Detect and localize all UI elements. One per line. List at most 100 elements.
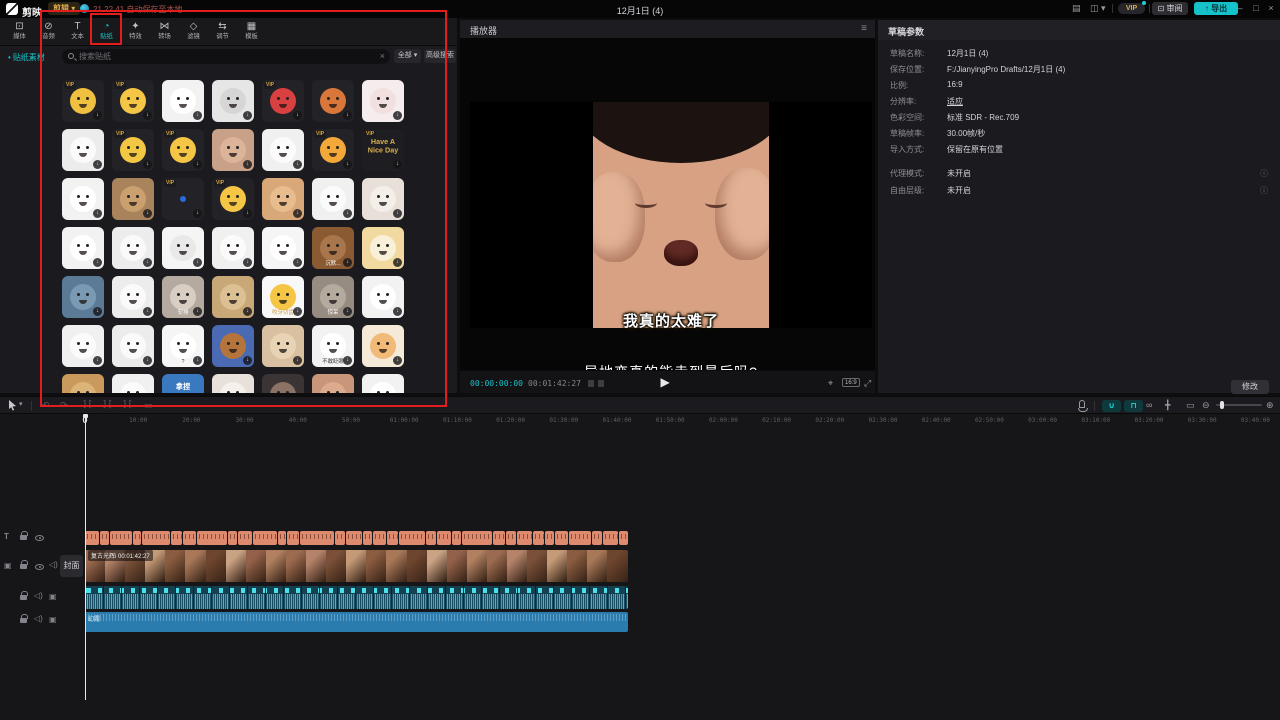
sticker-tile[interactable]: VIP↓ bbox=[312, 129, 354, 171]
download-icon[interactable]: ↓ bbox=[243, 356, 252, 365]
info-icon[interactable]: ⓘ bbox=[1260, 168, 1268, 179]
sticker-tile[interactable]: ↓ bbox=[112, 227, 154, 269]
mute-icon[interactable]: ◁) bbox=[34, 614, 43, 623]
sticker-tile[interactable]: ↓ bbox=[212, 129, 254, 171]
sticker-tile[interactable]: ↓ bbox=[62, 276, 104, 318]
info-icon[interactable]: ⓘ bbox=[1260, 185, 1268, 196]
audio-track-1[interactable] bbox=[85, 586, 628, 609]
record-audio-icon[interactable] bbox=[1079, 400, 1085, 408]
sticker-tile[interactable]: ↓ bbox=[262, 129, 304, 171]
tab-转场[interactable]: ⋈转场 bbox=[150, 18, 179, 45]
download-icon[interactable]: ↓ bbox=[243, 209, 252, 218]
download-icon[interactable]: ↓ bbox=[143, 356, 152, 365]
sticker-tile[interactable]: VIP↓ bbox=[112, 129, 154, 171]
linkage-toggle[interactable]: ∞ bbox=[1146, 400, 1152, 410]
subtitle-clip[interactable] bbox=[287, 531, 299, 545]
tab-媒体[interactable]: ⊡媒体 bbox=[5, 18, 34, 45]
subtitle-clip[interactable] bbox=[346, 531, 362, 545]
sticker-search-box[interactable]: × bbox=[62, 49, 390, 64]
player-menu-icon[interactable]: ≡ bbox=[861, 23, 867, 34]
download-icon[interactable]: ↓ bbox=[343, 356, 352, 365]
sticker-tile[interactable]: ↓ bbox=[112, 325, 154, 367]
sticker-tile[interactable]: ↓ bbox=[212, 80, 254, 122]
download-icon[interactable]: ↓ bbox=[293, 111, 302, 120]
sticker-tile[interactable]: ↓ bbox=[362, 80, 404, 122]
undo-icon[interactable]: ↶ bbox=[42, 400, 50, 411]
subtitle-clip[interactable] bbox=[545, 531, 554, 545]
sticker-tile[interactable]: ↓ bbox=[162, 227, 204, 269]
tab-贴纸[interactable]: ◔贴纸 bbox=[92, 18, 121, 45]
maximize-button[interactable]: □ bbox=[1250, 3, 1262, 13]
subtitle-clip[interactable] bbox=[619, 531, 628, 545]
sticker-tile[interactable]: ↓ bbox=[312, 374, 354, 393]
subtitle-clip[interactable] bbox=[462, 531, 492, 545]
tab-滤镜[interactable]: ◇滤镜 bbox=[179, 18, 208, 45]
download-icon[interactable]: ↓ bbox=[393, 160, 402, 169]
frame-step-icon[interactable] bbox=[598, 380, 604, 387]
download-icon[interactable]: ↓ bbox=[243, 307, 252, 316]
sticker-tile[interactable]: ↓ bbox=[112, 276, 154, 318]
subtitle-clip[interactable] bbox=[452, 531, 461, 545]
split-icon[interactable]: ][ bbox=[82, 400, 93, 410]
delete-segment-icon[interactable]: ▭ bbox=[144, 400, 153, 411]
sticker-tile[interactable]: ↓ bbox=[162, 80, 204, 122]
sticker-tile[interactable]: ↓ bbox=[62, 129, 104, 171]
auto-snap-toggle[interactable]: ⊓ bbox=[1124, 400, 1143, 412]
mute-icon[interactable]: ◁) bbox=[34, 591, 43, 600]
subtitle-clip[interactable] bbox=[533, 531, 544, 545]
subtitle-clip[interactable] bbox=[228, 531, 237, 545]
subtitle-clip[interactable] bbox=[426, 531, 436, 545]
select-tool-dropdown[interactable]: ▾ bbox=[19, 400, 23, 408]
main-track-magnet-toggle[interactable]: ∪ bbox=[1102, 400, 1121, 412]
mute-icon[interactable]: ◁) bbox=[49, 560, 58, 569]
sticker-tile[interactable]: ↓ bbox=[362, 227, 404, 269]
subtitle-clip[interactable] bbox=[363, 531, 372, 545]
download-icon[interactable]: ↓ bbox=[193, 111, 202, 120]
subtitle-clip[interactable] bbox=[238, 531, 252, 545]
download-icon[interactable]: ↓ bbox=[93, 209, 102, 218]
tab-特效[interactable]: ✦特效 bbox=[121, 18, 150, 45]
download-icon[interactable]: ↓ bbox=[343, 258, 352, 267]
sticker-tile[interactable]: VIP↓ bbox=[162, 129, 204, 171]
sticker-tile[interactable]: ↓ bbox=[262, 325, 304, 367]
review-button[interactable]: ⊡ 审阅 bbox=[1152, 2, 1188, 15]
audio-track-2[interactable]: 幻霞 bbox=[85, 612, 628, 632]
modify-button[interactable]: 修改 bbox=[1231, 380, 1269, 394]
tab-音频[interactable]: ⊘音频 bbox=[34, 18, 63, 45]
download-icon[interactable]: ↓ bbox=[393, 307, 402, 316]
ratio-badge[interactable]: 16:9 bbox=[842, 378, 860, 387]
lock-icon[interactable] bbox=[20, 618, 27, 623]
sidebar-item-sticker-material[interactable]: •贴纸素材 bbox=[8, 52, 45, 63]
split-right-icon[interactable]: ][ bbox=[122, 400, 133, 410]
download-icon[interactable]: ↓ bbox=[293, 356, 302, 365]
sticker-tile[interactable]: ↓ bbox=[62, 227, 104, 269]
zoom-out-icon[interactable]: ⊖ bbox=[1202, 400, 1210, 411]
sticker-tile[interactable]: ↓ bbox=[62, 325, 104, 367]
subtitle-clip[interactable] bbox=[300, 531, 334, 545]
subtitle-clip[interactable] bbox=[142, 531, 170, 545]
download-icon[interactable]: ↓ bbox=[393, 111, 402, 120]
download-icon[interactable]: ↓ bbox=[293, 209, 302, 218]
subtitle-clip[interactable] bbox=[517, 531, 532, 545]
redo-icon[interactable]: ↷ bbox=[60, 400, 68, 411]
subtitle-clip[interactable] bbox=[399, 531, 425, 545]
subtitle-clip[interactable] bbox=[335, 531, 345, 545]
close-button[interactable]: × bbox=[1265, 3, 1277, 13]
subtitle-clip[interactable] bbox=[197, 531, 227, 545]
export-button[interactable]: ↑ 导出 bbox=[1194, 2, 1238, 15]
download-icon[interactable]: ↓ bbox=[343, 160, 352, 169]
subtitle-clip[interactable] bbox=[569, 531, 591, 545]
sticker-tile[interactable]: ↓ bbox=[362, 374, 404, 393]
sticker-tile[interactable]: ↓ bbox=[112, 178, 154, 220]
download-icon[interactable]: ↓ bbox=[293, 307, 302, 316]
sticker-tile[interactable]: ↓ bbox=[212, 276, 254, 318]
sticker-tile[interactable]: VIP↓ bbox=[162, 178, 204, 220]
download-icon[interactable]: ↓ bbox=[93, 307, 102, 316]
download-icon[interactable]: ↓ bbox=[193, 258, 202, 267]
download-icon[interactable]: ↓ bbox=[143, 258, 152, 267]
lock-icon[interactable] bbox=[20, 564, 27, 569]
download-icon[interactable]: ↓ bbox=[93, 258, 102, 267]
download-icon[interactable]: ↓ bbox=[93, 160, 102, 169]
select-tool-icon[interactable] bbox=[8, 400, 17, 411]
timeline[interactable]: 0 10:0020:0030:0040:0050:0001:00:0001:10… bbox=[0, 414, 1280, 720]
